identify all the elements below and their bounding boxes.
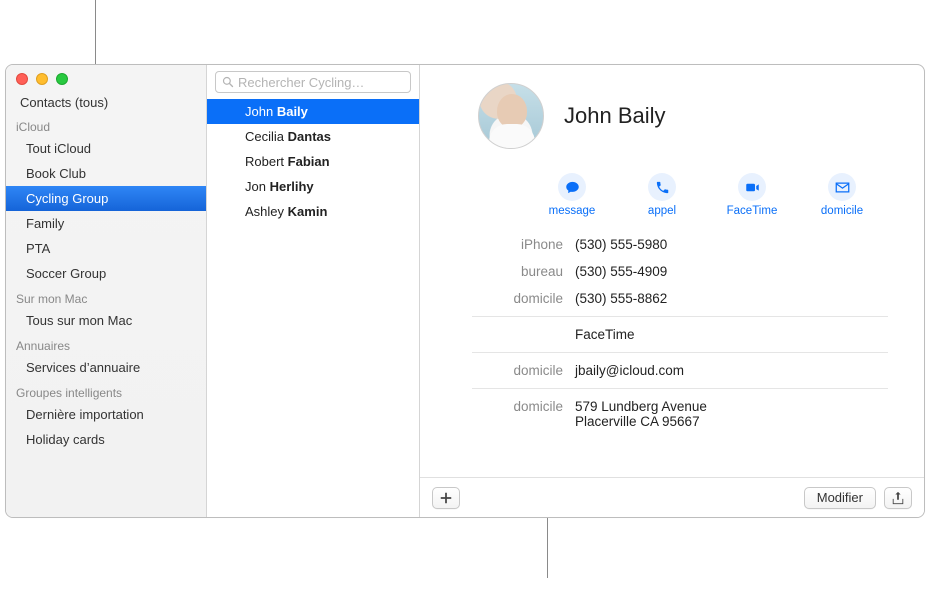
- zoom-window-button[interactable]: [56, 73, 68, 85]
- sidebar-item-all-on-my-mac[interactable]: Tous sur mon Mac: [6, 308, 206, 333]
- chat-icon: [565, 180, 580, 195]
- contact-card: John Baily message appel FaceTime domici…: [420, 65, 924, 517]
- video-icon: [745, 180, 760, 195]
- sidebar-section-directories: Annuaires: [6, 333, 206, 355]
- groups-sidebar: Contacts (tous) iCloud Tout iCloud Book …: [6, 65, 207, 517]
- action-facetime[interactable]: FaceTime: [725, 173, 779, 217]
- divider: [472, 316, 888, 317]
- sidebar-item-book-club[interactable]: Book Club: [6, 161, 206, 186]
- sidebar-item-last-import[interactable]: Dernière importation: [6, 402, 206, 427]
- sidebar-item-tout-icloud[interactable]: Tout iCloud: [6, 136, 206, 161]
- contact-row[interactable]: Jon Herlihy: [207, 174, 419, 199]
- search-input[interactable]: Rechercher Cycling…: [215, 71, 411, 93]
- sidebar-item-soccer-group[interactable]: Soccer Group: [6, 261, 206, 286]
- divider: [472, 352, 888, 353]
- facetime-row: FaceTime: [420, 321, 906, 348]
- sidebar-item-cycling-group[interactable]: Cycling Group: [6, 186, 206, 211]
- contact-actions: message appel FaceTime domicile: [420, 149, 924, 231]
- share-button[interactable]: [884, 487, 912, 509]
- contact-row[interactable]: Cecilia Dantas: [207, 124, 419, 149]
- action-email-home[interactable]: domicile: [815, 173, 869, 217]
- action-message[interactable]: message: [545, 173, 599, 217]
- sidebar-item-pta[interactable]: PTA: [6, 236, 206, 261]
- sidebar-item-holiday-cards[interactable]: Holiday cards: [6, 427, 206, 452]
- phone-icon: [655, 180, 670, 195]
- contact-row[interactable]: Robert Fabian: [207, 149, 419, 174]
- share-icon: [891, 491, 905, 505]
- window-controls: [16, 73, 68, 85]
- phone-row: domicile (530) 555-8862: [420, 285, 906, 312]
- phone-row: bureau (530) 555-4909: [420, 258, 906, 285]
- contact-list: John Baily Cecilia Dantas Robert Fabian …: [207, 99, 419, 517]
- address-row: domicile 579 Lundberg Avenue Placerville…: [420, 393, 906, 435]
- callout-line-top: [95, 0, 96, 64]
- edit-button[interactable]: Modifier: [804, 487, 876, 509]
- add-field-button[interactable]: [432, 487, 460, 509]
- phone-row: iPhone (530) 555-5980: [420, 231, 906, 258]
- callout-line-bottom: [547, 518, 548, 578]
- contact-fields: iPhone (530) 555-5980 bureau (530) 555-4…: [420, 231, 924, 435]
- sidebar-item-family[interactable]: Family: [6, 211, 206, 236]
- contact-list-panel: Rechercher Cycling… John Baily Cecilia D…: [207, 65, 420, 517]
- search-placeholder: Rechercher Cycling…: [238, 75, 364, 90]
- contact-name: John Baily: [564, 103, 666, 129]
- close-window-button[interactable]: [16, 73, 28, 85]
- action-call[interactable]: appel: [635, 173, 689, 217]
- sidebar-section-smart-groups: Groupes intelligents: [6, 380, 206, 402]
- divider: [472, 388, 888, 389]
- contact-row[interactable]: Ashley Kamin: [207, 199, 419, 224]
- search-icon: [222, 76, 234, 88]
- sidebar-section-on-my-mac: Sur mon Mac: [6, 286, 206, 308]
- plus-icon: [439, 491, 453, 505]
- minimize-window-button[interactable]: [36, 73, 48, 85]
- email-row: domicile jbaily@icloud.com: [420, 357, 906, 384]
- mail-icon: [835, 180, 850, 195]
- avatar[interactable]: [478, 83, 544, 149]
- card-footer: Modifier: [420, 477, 924, 517]
- sidebar-item-directory-services[interactable]: Services d’annuaire: [6, 355, 206, 380]
- sidebar-item-all-contacts[interactable]: Contacts (tous): [6, 91, 206, 114]
- contact-row[interactable]: John Baily: [207, 99, 419, 124]
- contacts-window: Contacts (tous) iCloud Tout iCloud Book …: [5, 64, 925, 518]
- sidebar-section-icloud: iCloud: [6, 114, 206, 136]
